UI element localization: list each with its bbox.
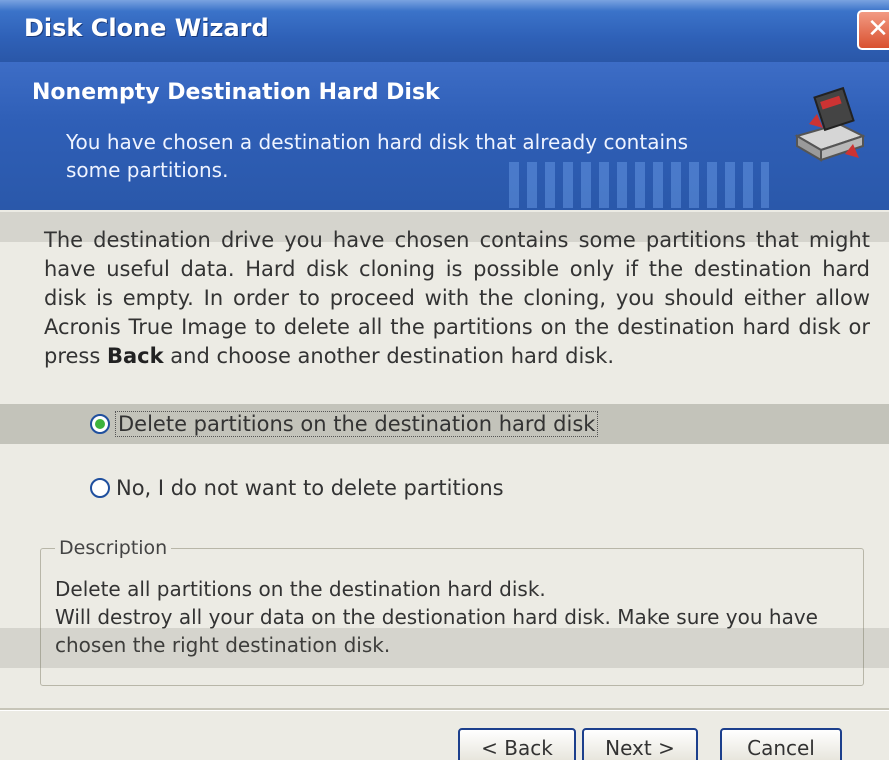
explanation-text: The destination drive you have chosen co… <box>44 226 870 371</box>
close-icon: ✕ <box>867 14 889 44</box>
hard-disk-icon <box>789 84 869 170</box>
close-button[interactable]: ✕ <box>857 10 889 50</box>
step-title: Nonempty Destination Hard Disk <box>32 80 440 105</box>
photo-band <box>0 628 889 668</box>
wizard-window: Disk Clone Wizard ✕ Nonempty Destination… <box>0 0 889 760</box>
option-delete-partitions[interactable]: Delete partitions on the destination har… <box>0 404 889 444</box>
option-label: Delete partitions on the destination har… <box>114 411 599 437</box>
next-button[interactable]: Next > <box>582 728 698 760</box>
footer-divider <box>0 708 889 711</box>
explanation-part-2: and choose another destination hard disk… <box>170 344 615 368</box>
cancel-button[interactable]: Cancel <box>720 728 842 760</box>
description-legend: Description <box>55 537 172 559</box>
wizard-header: Nonempty Destination Hard Disk You have … <box>0 62 889 210</box>
step-subtitle: You have chosen a destination hard disk … <box>66 130 689 182</box>
window-title: Disk Clone Wizard <box>24 14 269 42</box>
description-line: Delete all partitions on the destination… <box>55 577 546 601</box>
option-label: No, I do not want to delete partitions <box>116 476 504 500</box>
radio-dot <box>95 419 105 429</box>
radio-button-selected[interactable] <box>90 414 110 434</box>
radio-button[interactable] <box>90 478 110 498</box>
title-bar: Disk Clone Wizard ✕ <box>0 0 889 62</box>
option-keep-partitions[interactable]: No, I do not want to delete partitions <box>90 468 504 508</box>
back-button[interactable]: < Back <box>458 728 576 760</box>
explanation-back-word: Back <box>107 344 164 368</box>
